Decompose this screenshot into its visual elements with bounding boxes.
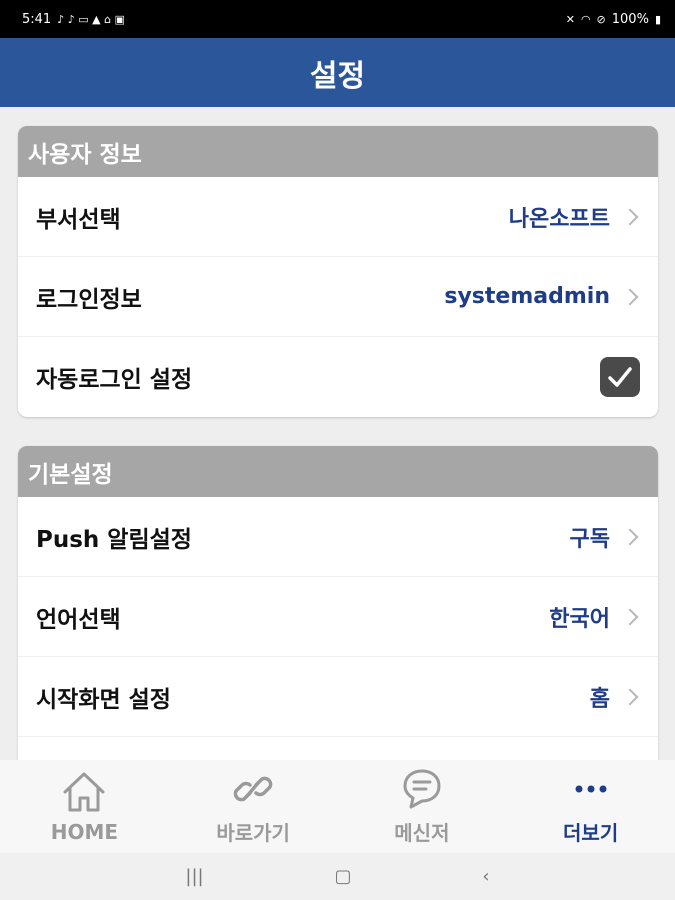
nav-label: HOME: [50, 819, 119, 844]
row-value: systemadmin: [444, 284, 610, 309]
row-language-select[interactable]: 언어선택 한국어: [18, 577, 658, 657]
chevron-right-icon: [621, 208, 639, 225]
battery-icon: ▮: [654, 12, 661, 26]
nav-more[interactable]: 더보기: [506, 760, 675, 853]
row-value: 한국어: [549, 606, 610, 632]
row-label: 자동로그인 설정: [36, 367, 193, 393]
back-icon[interactable]: ‹: [482, 866, 489, 887]
status-bar: 5:41 ♪ ♪ ▭ ▲ ⌂ ▣ ✕ ◠ ⊘ 100% ▮: [0, 0, 675, 38]
chevron-right-icon: [621, 288, 639, 305]
status-time: 5:41: [22, 11, 52, 27]
bottom-nav: HOME 바로가기 메신저 더보기: [0, 760, 675, 853]
chat-icon: [403, 769, 441, 809]
auto-login-checkbox[interactable]: [600, 357, 640, 397]
chevron-right-icon: [621, 688, 639, 705]
row-value: 홈: [589, 686, 610, 712]
section-header: 기본설정: [18, 446, 658, 497]
section-user-info: 사용자 정보 부서선택 나온소프트 로그인정보 systemadmin 자동로그…: [18, 126, 658, 417]
link-icon: [233, 776, 273, 802]
row-label: 로그인정보: [36, 286, 142, 313]
row-label: 언어선택: [36, 606, 121, 633]
system-nav-bar: ||| ▢ ‹: [0, 853, 675, 900]
row-label: Push 알림설정: [36, 526, 192, 553]
row-label: 부서선택: [36, 206, 121, 233]
row-value: 나온소프트: [508, 206, 610, 232]
section-basic-settings: 기본설정 Push 알림설정 구독 언어선택 한국어 시작화면 설정 홈: [18, 446, 658, 767]
nav-label: 바로가기: [216, 821, 290, 845]
more-icon: [575, 785, 607, 793]
nav-label: 더보기: [563, 821, 619, 845]
chevron-right-icon: [621, 528, 639, 545]
chevron-right-icon: [621, 608, 639, 625]
dnd-icon: ⊘: [596, 12, 606, 26]
recents-icon[interactable]: |||: [185, 866, 203, 887]
nav-home[interactable]: HOME: [0, 760, 169, 853]
notification-icons: ♪ ♪ ▭ ▲ ⌂ ▣: [57, 12, 125, 26]
nav-shortcuts[interactable]: 바로가기: [169, 760, 338, 853]
section-header: 사용자 정보: [18, 126, 658, 177]
row-auto-login: 자동로그인 설정: [18, 337, 658, 417]
check-icon: [608, 367, 632, 387]
row-department-select[interactable]: 부서선택 나온소프트: [18, 177, 658, 257]
row-push-settings[interactable]: Push 알림설정 구독: [18, 497, 658, 577]
home-icon: [63, 772, 105, 811]
home-button-icon[interactable]: ▢: [334, 866, 351, 887]
mute-icon: ✕: [565, 12, 575, 26]
battery-level: 100%: [611, 11, 649, 27]
row-start-screen[interactable]: 시작화면 설정 홈: [18, 657, 658, 737]
nav-messenger[interactable]: 메신저: [338, 760, 507, 853]
row-label: 시작화면 설정: [36, 686, 171, 713]
nav-label: 메신저: [394, 821, 450, 845]
page-title: 설정: [309, 58, 366, 94]
app-bar: 설정: [0, 38, 675, 107]
wifi-icon: ◠: [580, 12, 591, 26]
row-login-info[interactable]: 로그인정보 systemadmin: [18, 257, 658, 337]
row-value: 구독: [569, 526, 610, 552]
